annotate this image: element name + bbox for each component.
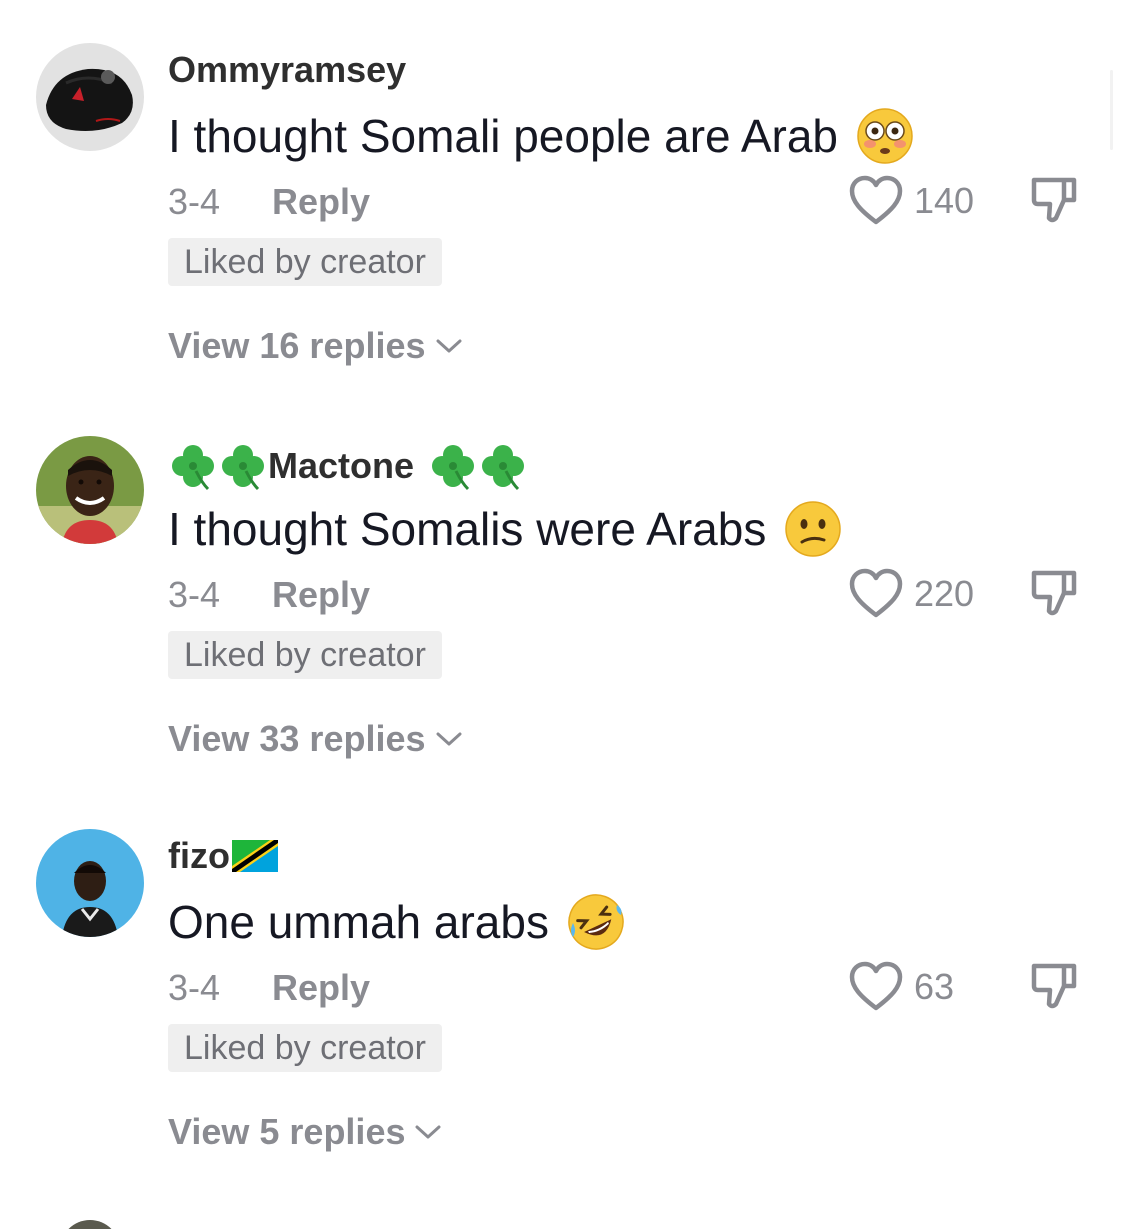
- like-count: 140: [914, 180, 975, 221]
- username[interactable]: Ommyramsey: [168, 48, 406, 92]
- avatar[interactable]: [36, 43, 144, 151]
- heart-icon: [848, 960, 904, 1014]
- dislike-icon[interactable]: [1026, 565, 1082, 621]
- comment-date: 3-4: [168, 574, 221, 615]
- like-count: 220: [914, 573, 975, 614]
- comment-item: Mactone I thought Somalis were Arabs 3-4…: [0, 393, 1125, 786]
- like-button[interactable]: 220: [848, 567, 974, 621]
- tanzania-flag-icon: [231, 840, 278, 872]
- four-leaf-clover-icon: [428, 441, 478, 491]
- reply-button[interactable]: Reply: [272, 180, 370, 224]
- view-replies-button[interactable]: View 33 replies: [168, 717, 462, 761]
- confused-face-icon: [784, 500, 842, 558]
- comments-list: Ommyramsey I thought Somali people are A…: [0, 0, 1125, 1229]
- flushed-face-icon: [856, 107, 914, 165]
- like-button[interactable]: 140: [848, 174, 974, 228]
- avatar[interactable]: [36, 436, 144, 544]
- rolling-on-floor-laughing-face-icon: [567, 893, 625, 951]
- reply-button[interactable]: Reply: [272, 966, 370, 1010]
- liked-by-creator-badge: Liked by creator: [168, 1024, 442, 1072]
- like-count: 63: [914, 966, 955, 1007]
- comment-text: I thought Somalis were Arabs: [168, 499, 842, 559]
- four-leaf-clover-icon: [478, 441, 528, 491]
- comment-text: I thought Somali people are Arab: [168, 106, 914, 166]
- username[interactable]: fizo: [168, 834, 278, 878]
- four-leaf-clover-icon: [168, 441, 218, 491]
- comment-item: fizo One ummah arabs 3-4 Reply 63 Liked …: [0, 786, 1125, 1179]
- comment-date: 3-4: [168, 967, 221, 1008]
- chevron-down-icon: [415, 1124, 441, 1140]
- avatar[interactable]: [60, 1220, 120, 1229]
- comment-text: One ummah arabs: [168, 892, 625, 952]
- comment-item: Ommyramsey I thought Somali people are A…: [0, 0, 1125, 393]
- chevron-down-icon: [436, 338, 462, 354]
- four-leaf-clover-icon: [218, 441, 268, 491]
- view-replies-button[interactable]: View 5 replies: [168, 1110, 441, 1154]
- heart-icon: [848, 567, 904, 621]
- view-replies-button[interactable]: View 16 replies: [168, 324, 462, 368]
- chevron-down-icon: [436, 731, 462, 747]
- liked-by-creator-badge: Liked by creator: [168, 631, 442, 679]
- username[interactable]: Mactone: [168, 441, 528, 491]
- dislike-icon[interactable]: [1026, 958, 1082, 1014]
- liked-by-creator-badge: Liked by creator: [168, 238, 442, 286]
- heart-icon: [848, 174, 904, 228]
- like-button[interactable]: 63: [848, 960, 954, 1014]
- dislike-icon[interactable]: [1026, 172, 1082, 228]
- reply-button[interactable]: Reply: [272, 573, 370, 617]
- avatar[interactable]: [36, 829, 144, 937]
- comment-date: 3-4: [168, 181, 221, 222]
